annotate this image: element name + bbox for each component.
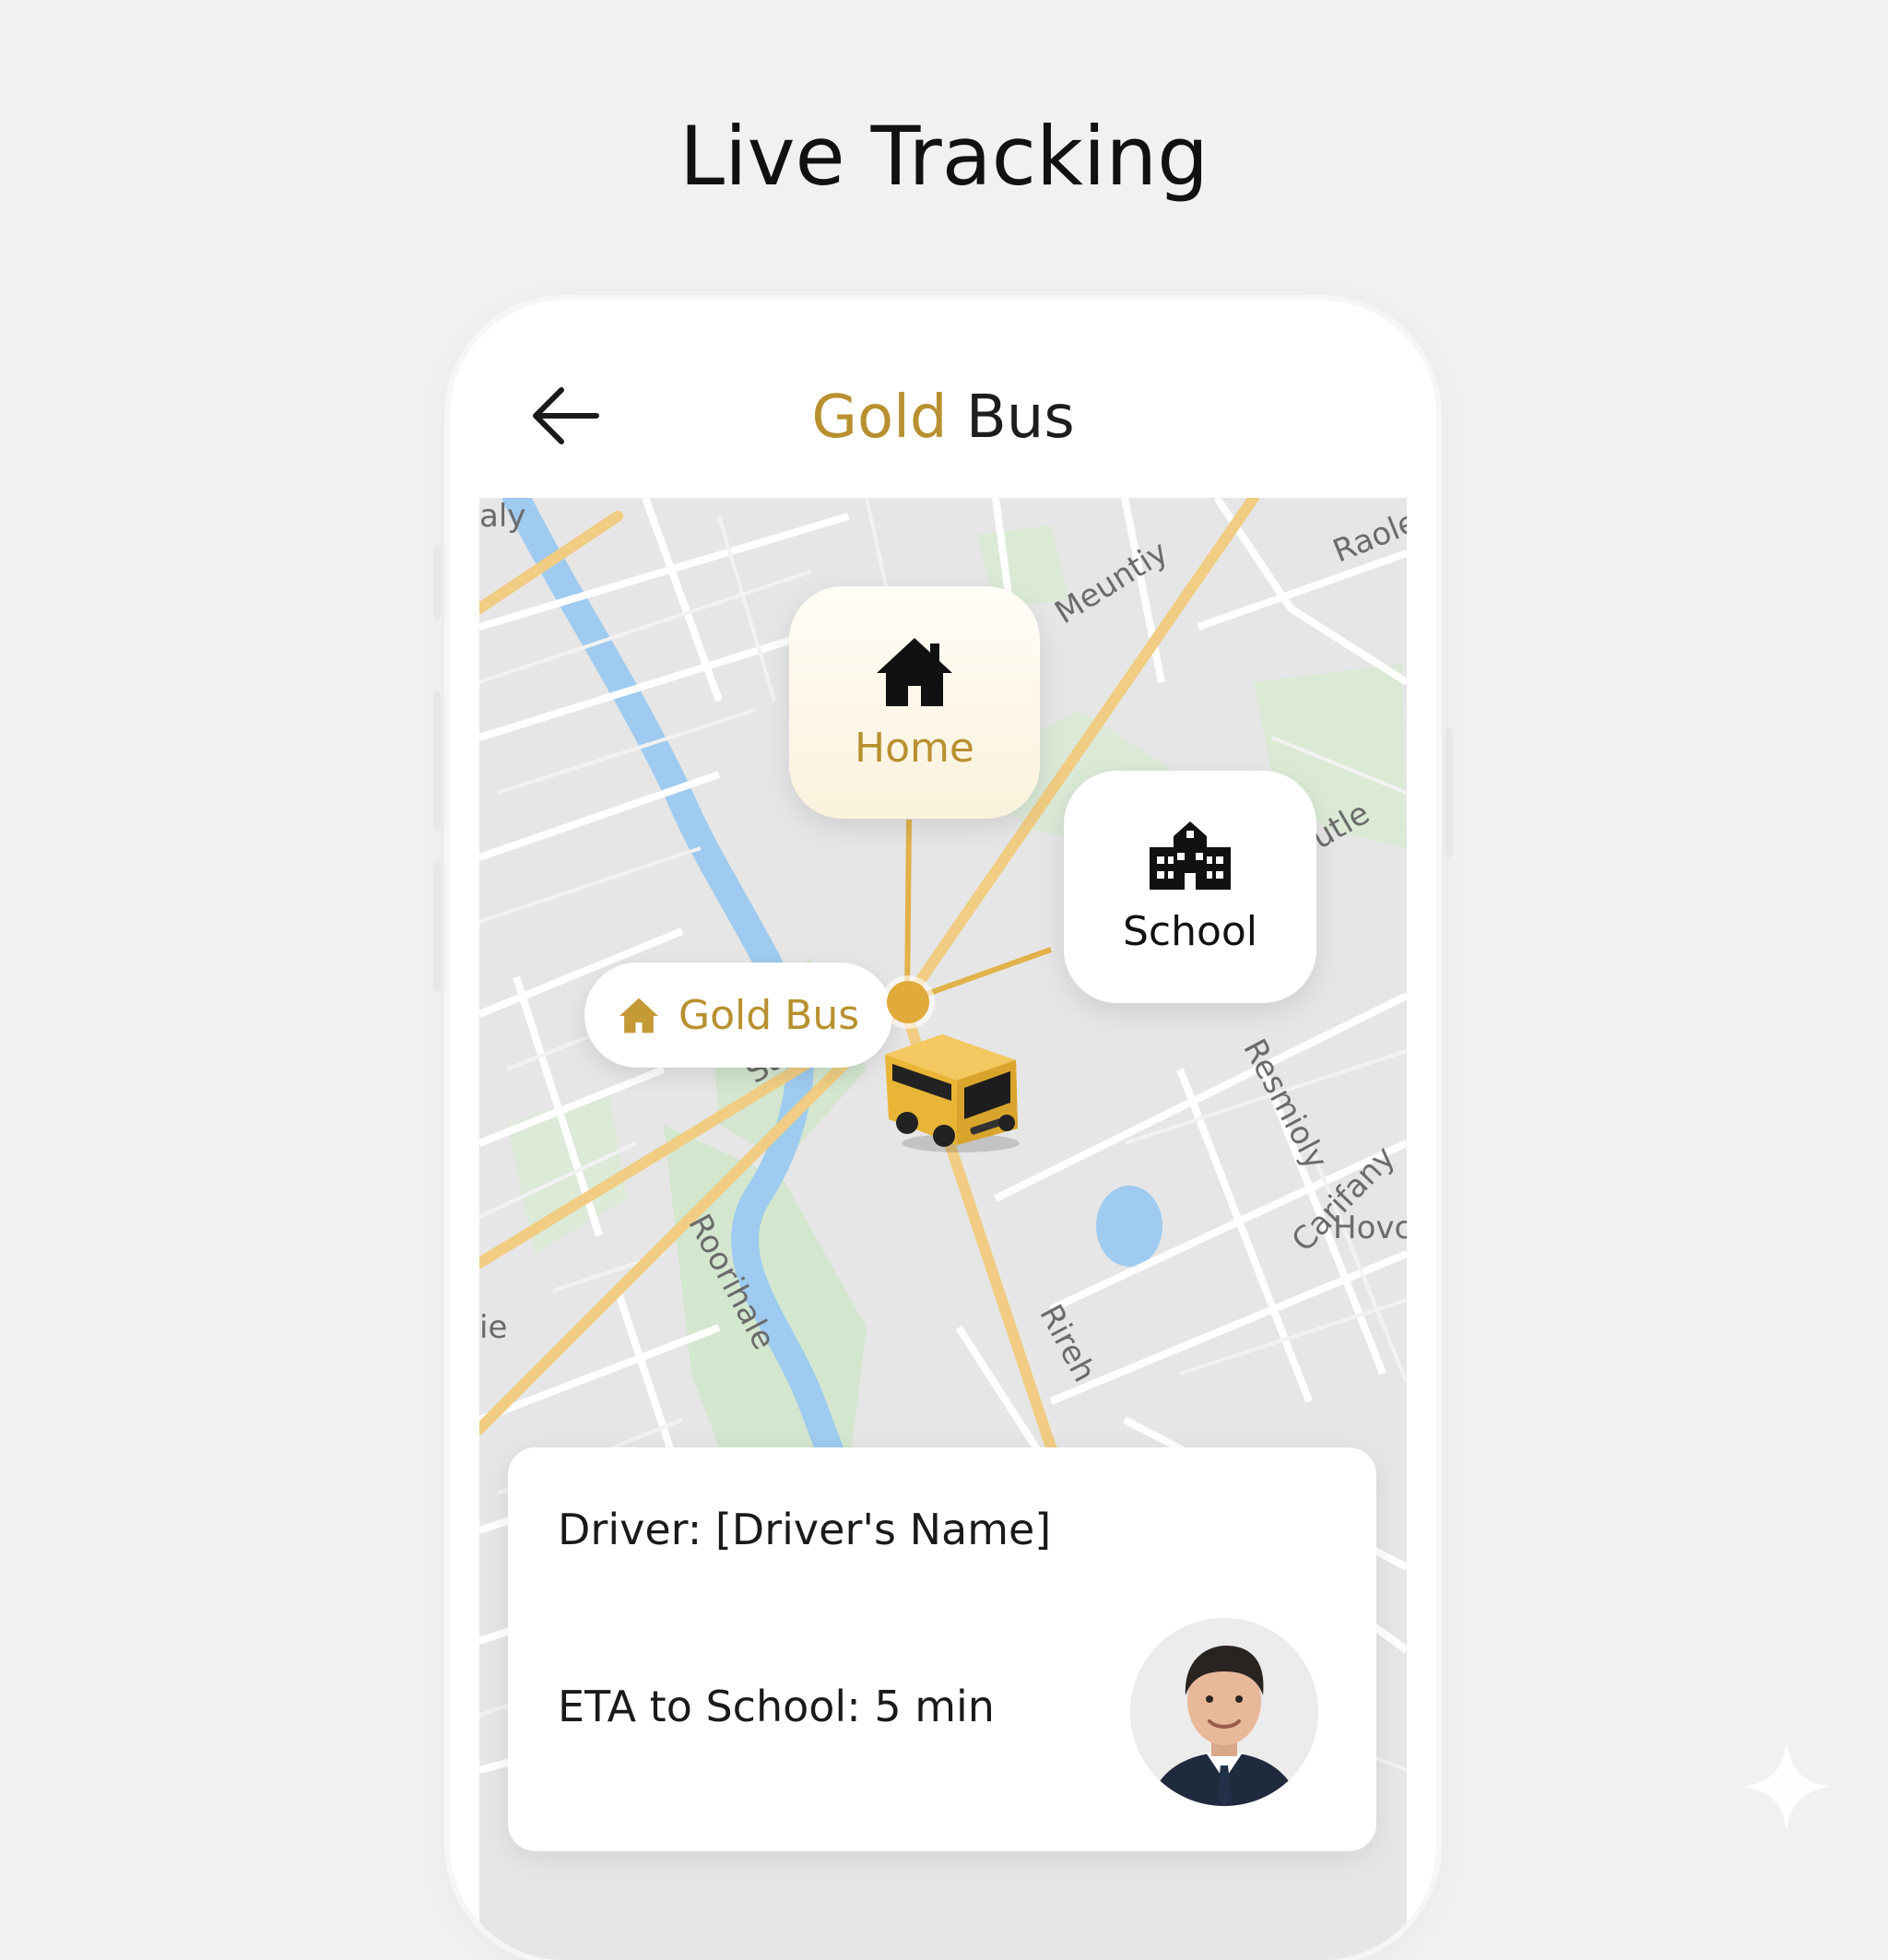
app-title: Gold Bus	[450, 384, 1436, 452]
bus-pill-label: Gold Bus	[678, 991, 860, 1039]
eta-text: ETA to School: 5 min	[558, 1682, 995, 1731]
sparkle-icon	[1742, 1742, 1831, 1831]
bus-location-pill[interactable]: Gold Bus	[584, 962, 893, 1068]
app-header: Gold Bus	[450, 301, 1436, 494]
school-building-icon	[1150, 821, 1231, 890]
app-title-rest: Bus	[947, 384, 1075, 452]
school-bus-icon[interactable]	[878, 1027, 1034, 1156]
street-label: Hovc	[1333, 1210, 1407, 1246]
bus-location-dot	[887, 981, 929, 1023]
app-title-gold: Gold	[811, 384, 948, 452]
home-marker[interactable]: Home	[789, 586, 1040, 819]
driver-name-text: Driver: [Driver's Name]	[558, 1505, 1052, 1554]
house-icon	[620, 998, 658, 1033]
phone-mute-button	[433, 862, 441, 991]
phone-power-button	[1446, 728, 1453, 857]
school-marker-label: School	[1122, 907, 1258, 955]
street-label: ie	[479, 1309, 508, 1346]
school-marker[interactable]: School	[1064, 771, 1316, 1003]
phone-volume-up-button	[433, 546, 441, 620]
page-heading: Live Tracking	[678, 109, 1210, 204]
street-label: aly	[479, 498, 526, 535]
trip-info-card: Driver: [Driver's Name] ETA to School: 5…	[508, 1447, 1376, 1851]
driver-avatar-image	[1130, 1618, 1318, 1806]
driver-avatar[interactable]	[1130, 1618, 1318, 1806]
home-marker-label: Home	[855, 724, 974, 772]
phone-volume-down-button	[433, 691, 441, 830]
house-icon	[877, 637, 952, 706]
